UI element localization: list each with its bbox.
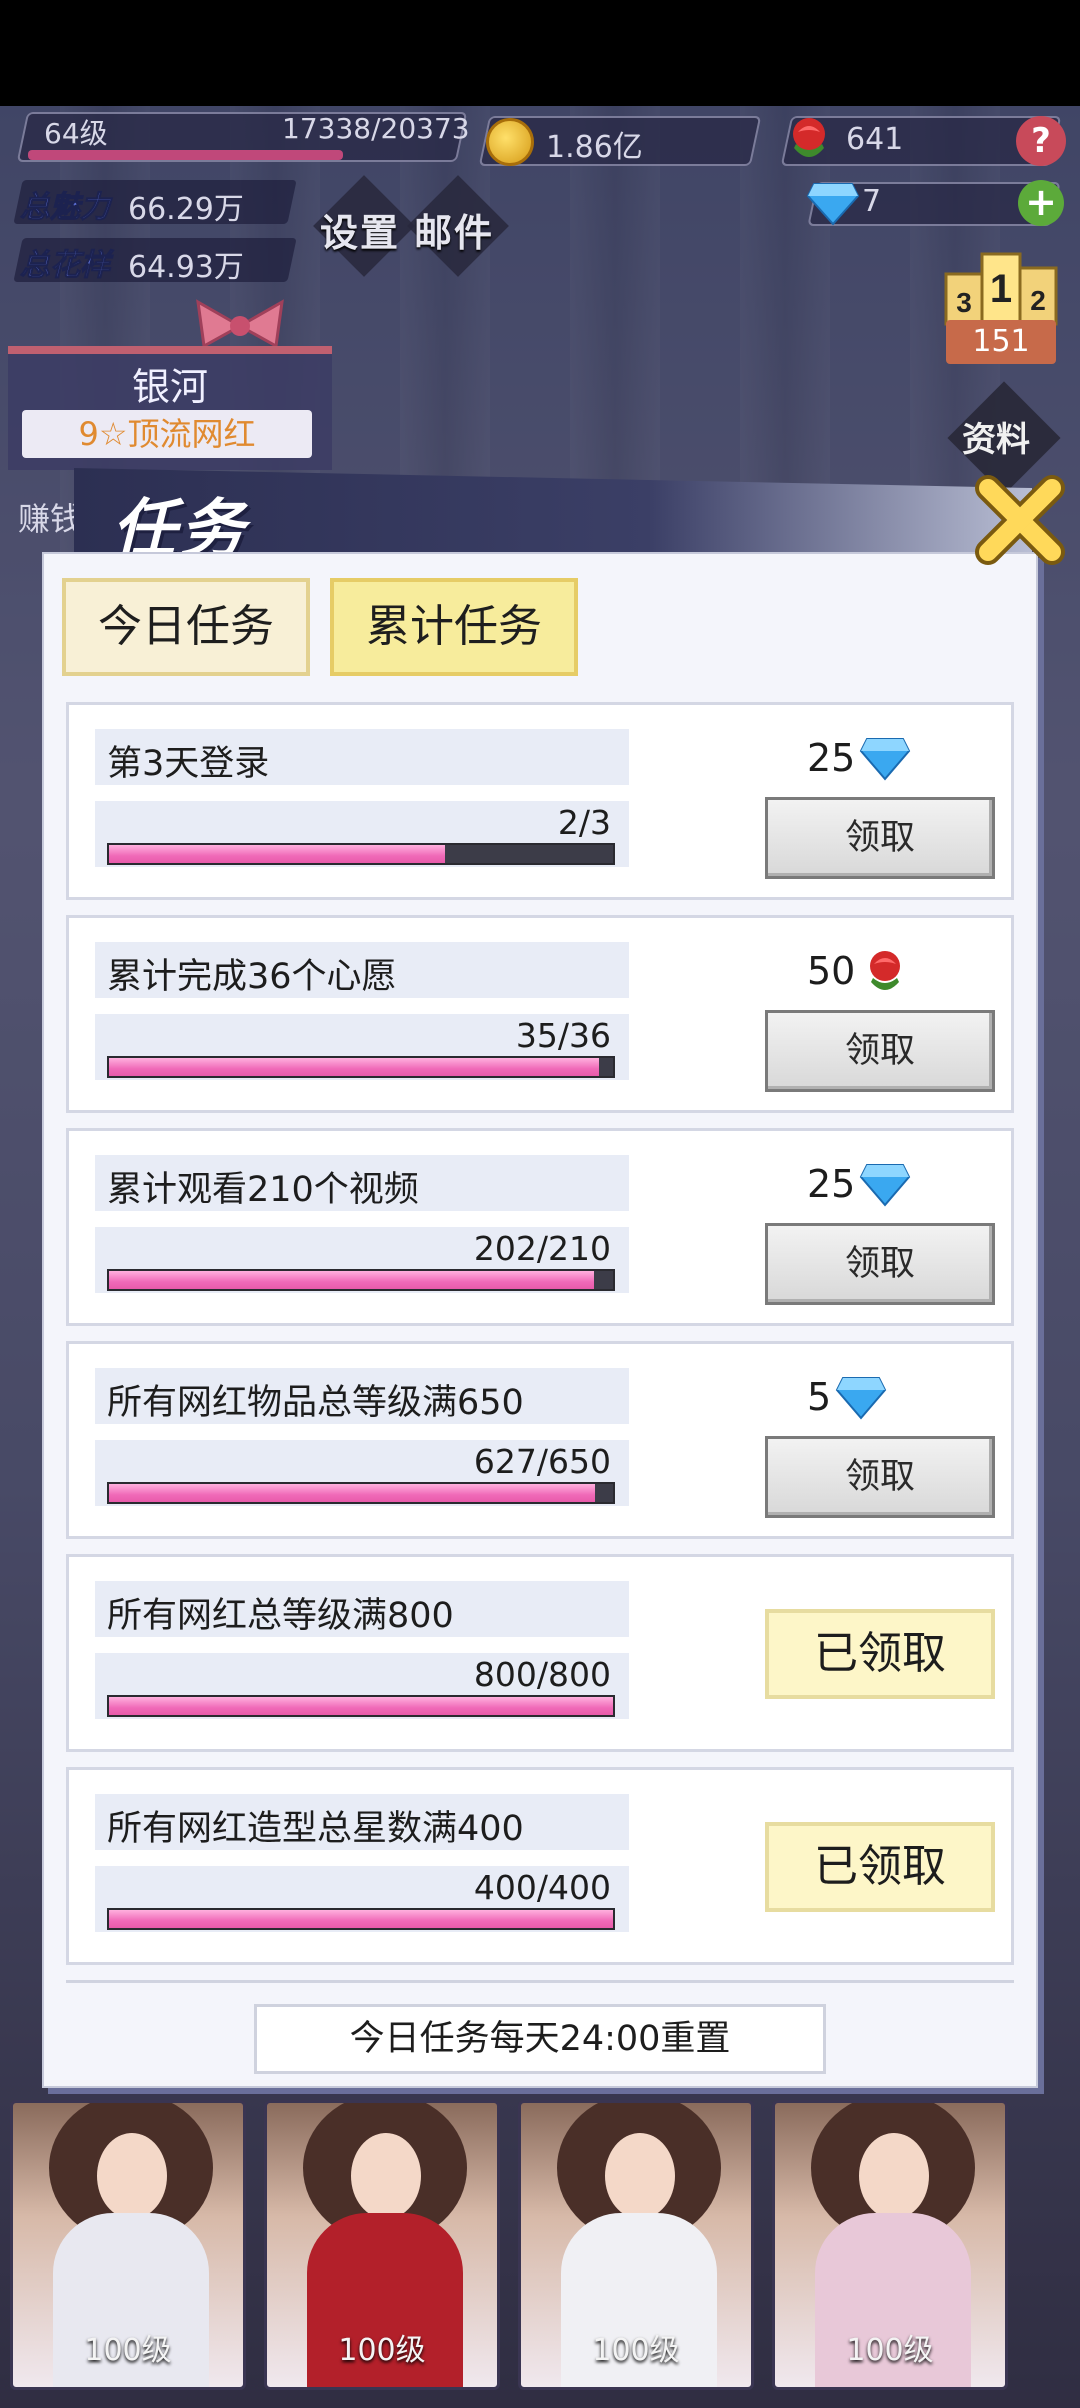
task-card: 所有网红造型总星数满400 400/400 已领取	[66, 1767, 1014, 1965]
profile-button[interactable]: 资料	[962, 412, 1030, 461]
diamond-icon	[860, 738, 911, 781]
task-progress-bar	[107, 1056, 615, 1078]
character-portrait-3[interactable]: 100级	[518, 2100, 754, 2390]
task-progress-fill	[109, 845, 445, 863]
task-card: 累计观看210个视频 202/210 25 领取	[66, 1128, 1014, 1326]
portrait-level: 100级	[338, 2333, 426, 2368]
reset-note: 今日任务每天24:00重置	[254, 2004, 826, 2074]
claim-button[interactable]: 领取	[765, 1010, 995, 1092]
task-progress-count: 2/3	[557, 803, 611, 842]
task-title: 第3天登录	[107, 744, 270, 784]
task-title: 累计完成36个心愿	[107, 957, 397, 997]
level-text: 64级	[44, 117, 108, 150]
task-progress-count: 800/800	[473, 1655, 611, 1694]
style-label: 总花样	[20, 248, 111, 284]
portrait-face	[605, 2133, 675, 2219]
task-card: 累计完成36个心愿 35/36 50 领取	[66, 915, 1014, 1113]
task-reward-amount: 25	[807, 1162, 856, 1206]
task-card: 第3天登录 2/3 25 领取	[66, 702, 1014, 900]
portrait-face	[97, 2133, 167, 2219]
character-portrait-1[interactable]: 100级	[10, 2100, 246, 2390]
task-progress-bar	[107, 1908, 615, 1930]
exp-text: 17338/20373	[282, 112, 470, 145]
portrait-level: 100级	[84, 2333, 172, 2368]
style-value: 64.93万	[128, 250, 244, 285]
rank-3-label: 3	[956, 287, 972, 318]
task-title: 所有网红总等级满800	[107, 1596, 454, 1636]
task-card: 所有网红总等级满800 800/800 已领取	[66, 1554, 1014, 1752]
portrait-level: 100级	[592, 2333, 680, 2368]
list-divider	[66, 1980, 1014, 1983]
task-progress-bar	[107, 843, 615, 865]
task-reward: 25	[807, 729, 911, 787]
portrait-level: 100级	[846, 2333, 934, 2368]
task-progress-count: 400/400	[473, 1868, 611, 1907]
task-card: 所有网红物品总等级满650 627/650 5 领取	[66, 1341, 1014, 1539]
task-progress-fill	[109, 1697, 613, 1715]
task-progress-count: 35/36	[515, 1016, 611, 1055]
claim-button[interactable]: 领取	[765, 1436, 995, 1518]
task-progress-bar	[107, 1695, 615, 1717]
task-progress-count: 202/210	[473, 1229, 611, 1268]
tab-cumulative-tasks[interactable]: 累计任务	[330, 578, 578, 676]
charm-label: 总魅力	[20, 190, 111, 226]
task-reward: 25	[807, 1155, 911, 1213]
rose-icon	[793, 118, 825, 157]
diamond-count: 7	[862, 184, 882, 219]
diamond-icon	[806, 183, 860, 226]
task-progress-bar	[107, 1482, 615, 1504]
claim-button[interactable]: 领取	[765, 797, 995, 879]
task-title: 累计观看210个视频	[107, 1170, 419, 1210]
task-progress-fill	[109, 1058, 599, 1076]
character-name: 银河	[131, 365, 208, 409]
diamond-icon	[860, 1164, 911, 1207]
task-reward-amount: 50	[807, 949, 856, 993]
character-rank: 9☆顶流网红	[22, 410, 312, 458]
charm-value: 66.29万	[128, 192, 244, 227]
question-icon[interactable]: ?	[1016, 116, 1066, 166]
close-icon[interactable]	[970, 470, 1070, 570]
task-progress-bar	[107, 1269, 615, 1291]
task-reward: 50	[807, 942, 911, 1000]
settings-button[interactable]: 设置	[320, 202, 400, 257]
portrait-face	[351, 2133, 421, 2219]
portrait-face	[859, 2133, 929, 2219]
task-progress-fill	[109, 1271, 594, 1289]
rank-2-label: 2	[1030, 285, 1046, 316]
claimed-button: 已领取	[765, 1822, 995, 1912]
diamond-icon	[835, 1377, 887, 1420]
plus-icon[interactable]: +	[1018, 180, 1064, 226]
coin-icon	[486, 118, 534, 166]
task-reward-amount: 5	[807, 1375, 832, 1419]
side-earn-label: 赚钱	[18, 500, 83, 538]
claimed-button: 已领取	[765, 1609, 995, 1699]
rose-icon	[870, 951, 901, 990]
claim-button[interactable]: 领取	[765, 1223, 995, 1305]
character-portrait-4[interactable]: 100级	[772, 2100, 1008, 2390]
rose-count: 641	[846, 122, 904, 157]
ranking-count: 151	[946, 320, 1056, 364]
tab-daily-tasks[interactable]: 今日任务	[62, 578, 310, 676]
rank-1-label: 1	[990, 267, 1012, 311]
task-progress-count: 627/650	[473, 1442, 611, 1481]
task-title: 所有网红物品总等级满650	[107, 1383, 524, 1423]
character-portrait-2[interactable]: 100级	[264, 2100, 500, 2390]
task-title: 所有网红造型总星数满400	[107, 1809, 524, 1849]
coin-count: 1.86亿	[546, 130, 643, 165]
task-reward-amount: 25	[807, 736, 856, 780]
task-progress-fill	[109, 1910, 613, 1928]
task-progress-fill	[109, 1484, 595, 1502]
task-reward: 5	[807, 1368, 887, 1426]
mail-button[interactable]: 邮件	[414, 202, 494, 257]
